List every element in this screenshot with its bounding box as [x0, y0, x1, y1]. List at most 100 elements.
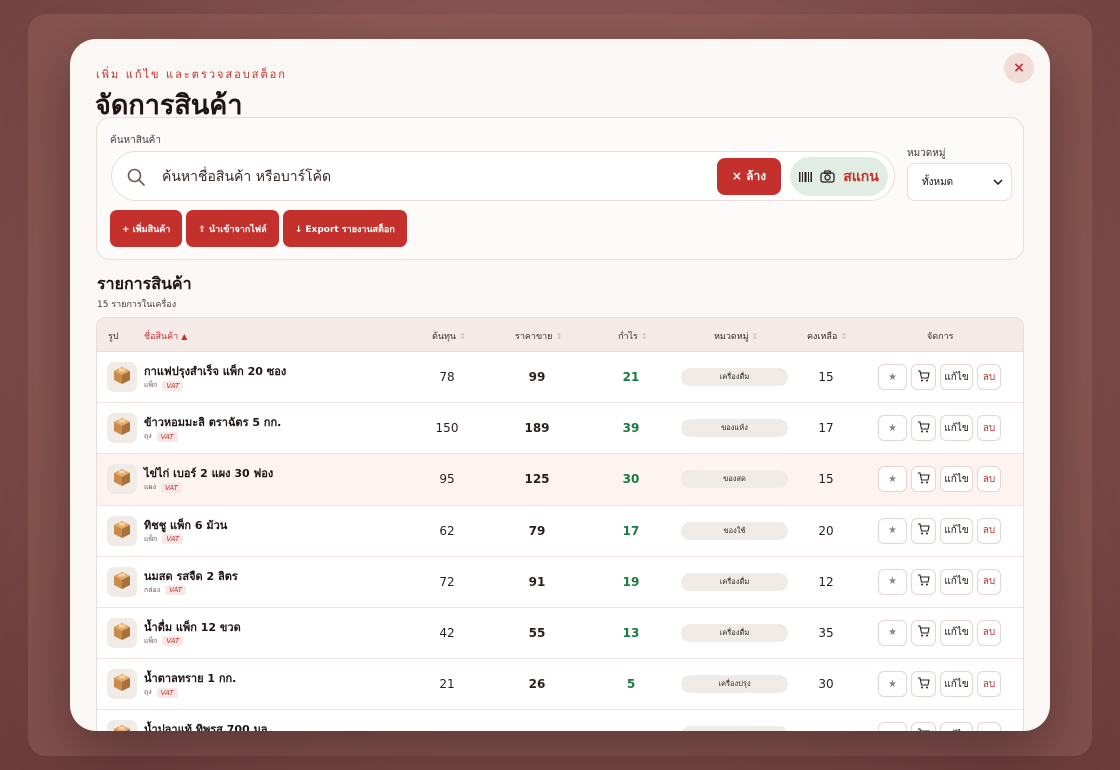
favorite-button[interactable]: ★ — [878, 619, 907, 646]
add-to-cart-button[interactable] — [911, 568, 936, 595]
product-name: กาแฟปรุงสำเร็จ แพ็ก 20 ซอง — [144, 365, 287, 378]
sort-icon: ⇕ — [555, 332, 563, 341]
add-to-cart-button[interactable] — [911, 517, 936, 544]
delete-button[interactable]: ลบ — [977, 568, 1001, 595]
category-pill: ของแห้ง — [681, 419, 788, 438]
product-unit: ถุง — [144, 688, 152, 697]
profit-value: 5 — [626, 677, 636, 692]
table-row: ข้าวหอมมะลิ ตราฉัตร 5 กก. ถุง VAT 150 189 39 ข… — [97, 403, 1023, 455]
search-label: ค้นหาสินค้า — [110, 135, 161, 146]
scan-button[interactable]: สแกน — [790, 157, 888, 196]
cost-value: 21 — [439, 677, 455, 692]
vat-badge: VAT — [162, 380, 184, 391]
category-select[interactable]: ทั้งหมด — [907, 163, 1012, 201]
row-actions: ★ แก้ไข ลบ — [878, 722, 1001, 731]
edit-button[interactable]: แก้ไข — [940, 722, 973, 731]
barcode-icon — [799, 171, 813, 182]
stock-value: 35 — [818, 625, 834, 640]
edit-button[interactable]: แก้ไข — [940, 671, 973, 698]
edit-button[interactable]: แก้ไข — [940, 517, 973, 544]
chevron-down-icon — [993, 179, 1003, 186]
category-pill: เครื่องดื่ม — [681, 572, 788, 591]
action-bar: + เพิ่มสินค้า ⇧ นำเข้าจากไฟล์ ↓ Export ร… — [110, 210, 407, 247]
vat-badge: VAT — [162, 534, 184, 545]
header-category[interactable]: หมวดหมู่ ⇕ — [714, 329, 758, 343]
clear-button-label: × ล้าง — [731, 169, 767, 183]
favorite-button[interactable]: ★ — [878, 722, 907, 731]
product-meta: ถุง VAT — [144, 687, 178, 698]
header-price[interactable]: ราคาขาย ⇕ — [515, 329, 562, 343]
delete-button[interactable]: ลบ — [977, 671, 1001, 698]
close-button[interactable]: × — [1004, 53, 1034, 83]
close-icon: × — [1013, 60, 1025, 76]
product-name: ข้าวหอมมะลิ ตราฉัตร 5 กก. — [144, 416, 282, 430]
add-to-cart-button[interactable] — [911, 415, 936, 442]
product-image — [107, 464, 137, 495]
table-header: รูป ชื่อสินค้า ▲ ต้นทุน ⇕ ราคาขาย ⇕ กำไร ⇕ ห… — [97, 318, 1023, 352]
product-image — [107, 566, 137, 597]
product-meta: กล่อง VAT — [144, 585, 187, 596]
cart-icon — [917, 472, 930, 487]
add-to-cart-button[interactable] — [911, 722, 936, 731]
price-value: 189 — [524, 421, 550, 436]
product-list-title: รายการสินค้า — [97, 274, 192, 293]
delete-button[interactable]: ลบ — [977, 415, 1001, 442]
delete-button[interactable]: ลบ — [977, 517, 1001, 544]
category-pill — [681, 726, 788, 731]
edit-button[interactable]: แก้ไข — [940, 619, 973, 646]
category-pill: เครื่องดื่ม — [681, 368, 788, 386]
add-to-cart-button[interactable] — [911, 619, 936, 646]
product-unit: กล่อง — [144, 585, 161, 594]
stock-value: 17 — [818, 421, 834, 436]
favorite-button[interactable]: ★ — [878, 568, 907, 595]
profit-value: 13 — [622, 625, 640, 640]
cost-value: 42 — [439, 625, 455, 640]
table-row: น้ำปลาแท้ ทิพรส 700 มล. ★ แก้ไข ลบ — [97, 710, 1023, 731]
clear-button[interactable]: × ล้าง — [717, 158, 781, 195]
favorite-button[interactable]: ★ — [878, 517, 907, 544]
favorite-button[interactable]: ★ — [878, 671, 907, 698]
delete-button[interactable]: ลบ — [977, 364, 1001, 390]
profit-value: 17 — [622, 523, 640, 538]
sort-icon: ⇕ — [459, 332, 466, 341]
cart-icon — [917, 625, 930, 640]
add-to-cart-button[interactable] — [911, 671, 936, 698]
stock-value: 12 — [818, 574, 834, 589]
star-icon: ★ — [888, 473, 897, 485]
star-icon: ★ — [888, 627, 897, 639]
price-value: 26 — [528, 677, 546, 692]
delete-button[interactable]: ลบ — [977, 466, 1001, 493]
favorite-button[interactable]: ★ — [878, 364, 907, 390]
add-product-button[interactable]: + เพิ่มสินค้า — [110, 210, 183, 247]
row-actions: ★ แก้ไขลบ — [878, 517, 1001, 544]
edit-button[interactable]: แก้ไข — [940, 415, 973, 442]
export-stock-report-button[interactable]: ↓ Export รายงานสต็อก — [282, 210, 407, 247]
product-meta: แพ็ก VAT — [144, 636, 184, 647]
header-profit[interactable]: กำไร ⇕ — [618, 329, 648, 343]
product-image — [107, 515, 137, 546]
import-file-button[interactable]: ⇧ นำเข้าจากไฟล์ — [186, 210, 279, 247]
star-icon: ★ — [888, 371, 897, 383]
add-to-cart-button[interactable] — [911, 466, 936, 493]
delete-button[interactable]: ลบ — [977, 619, 1001, 646]
delete-button[interactable]: ลบ — [977, 722, 1001, 731]
row-actions: ★ แก้ไขลบ — [878, 671, 1001, 698]
header-cost[interactable]: ต้นทุน ⇕ — [432, 329, 466, 343]
favorite-button[interactable]: ★ — [878, 466, 907, 493]
edit-button[interactable]: แก้ไข — [940, 364, 973, 390]
edit-button[interactable]: แก้ไข — [940, 466, 973, 493]
product-meta: แพ็ก VAT — [144, 534, 184, 545]
cost-value: 62 — [439, 523, 455, 538]
product-unit: แพ็ก — [144, 636, 158, 645]
add-to-cart-button[interactable] — [911, 364, 936, 390]
favorite-button[interactable]: ★ — [878, 415, 907, 442]
header-name[interactable]: ชื่อสินค้า ▲ — [144, 329, 187, 343]
product-name: น้ำดื่ม แพ็ก 12 ขวด — [144, 620, 241, 634]
header-stock[interactable]: คงเหลือ ⇕ — [807, 329, 847, 343]
search-input[interactable] — [162, 162, 702, 192]
table-body: กาแฟปรุงสำเร็จ แพ็ก 20 ซอง แพ็ก VAT 78 99 21 เ… — [97, 352, 1023, 731]
sort-icon: ⇕ — [840, 332, 848, 341]
category-pill: เครื่องดื่ม — [681, 623, 788, 642]
box-icon — [112, 570, 132, 594]
edit-button[interactable]: แก้ไข — [940, 568, 973, 595]
